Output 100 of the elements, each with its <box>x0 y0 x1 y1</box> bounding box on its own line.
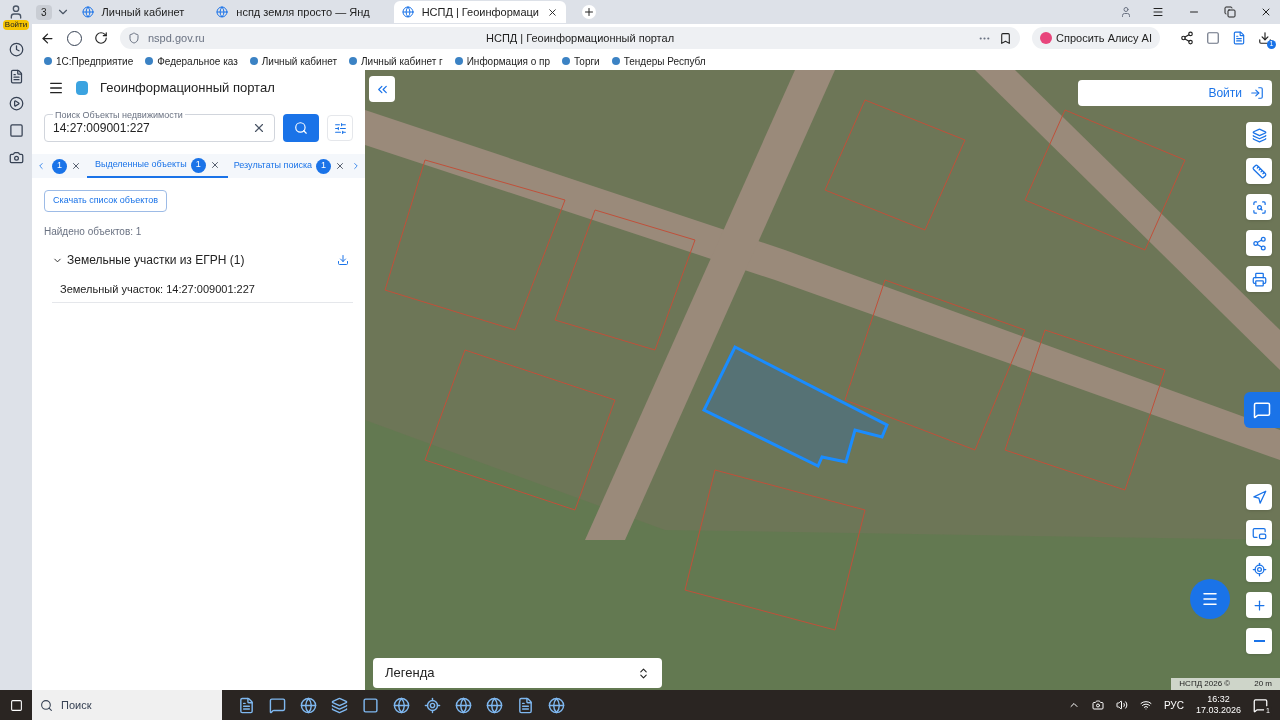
print-button[interactable] <box>1246 266 1272 292</box>
network-icon[interactable] <box>1139 699 1152 711</box>
taskbar-app-icon[interactable] <box>300 696 317 714</box>
history-icon[interactable] <box>8 42 24 57</box>
taskbar-app-icon[interactable] <box>238 696 255 714</box>
legend-dropdown[interactable]: Легенда <box>373 658 662 688</box>
address-bar[interactable]: nspd.gov.ru НСПД | Геоинформационный портал <box>120 27 1021 49</box>
close-icon[interactable] <box>70 161 81 171</box>
result-tab[interactable]: Результаты поиска 1 <box>231 154 348 178</box>
language-indicator[interactable]: РУС <box>1163 697 1184 713</box>
taskbar-app-icon[interactable] <box>548 696 565 714</box>
play-icon[interactable] <box>8 96 24 111</box>
start-icon[interactable] <box>9 698 23 712</box>
assistant-tab-button[interactable] <box>1244 392 1280 428</box>
sliders-icon <box>333 121 347 135</box>
select-area-button[interactable] <box>1246 194 1272 220</box>
bookmark-item[interactable]: Тендеры Республ <box>611 53 706 69</box>
close-window-icon[interactable] <box>1260 6 1272 18</box>
result-tab[interactable]: 1 <box>49 154 83 178</box>
bookmark-item[interactable]: Торги <box>562 53 600 69</box>
parcel-item[interactable]: Земельный участок: 14:27:009001:227 <box>52 277 353 303</box>
profile-badge: Войти <box>2 20 30 30</box>
menu-icon[interactable] <box>48 80 64 96</box>
taskbar-app-icon[interactable] <box>393 696 410 714</box>
alice-icon <box>1040 32 1053 44</box>
taskbar-app-icon[interactable] <box>455 696 472 714</box>
taskbar-app-icon[interactable] <box>362 696 379 714</box>
taskbar-app-icon[interactable] <box>269 696 286 714</box>
collapse-panel-button[interactable] <box>369 76 395 102</box>
taskbar-search-field[interactable]: Поиск <box>32 690 222 720</box>
restore-icon[interactable] <box>1224 6 1236 18</box>
menu-icon[interactable] <box>1152 6 1164 18</box>
result-tab[interactable]: Выделенные объекты 1 <box>86 154 228 178</box>
locate-button[interactable] <box>1246 556 1272 582</box>
bookmark-icon <box>454 57 463 65</box>
reload-icon[interactable] <box>94 31 108 45</box>
ruler-button[interactable] <box>1246 158 1272 184</box>
bookmark-item[interactable]: 1С:Предприятие <box>44 53 134 69</box>
tab-count[interactable]: 3 <box>36 4 52 20</box>
zoom-in-button[interactable] <box>1246 592 1272 618</box>
bookmark-icon <box>249 57 258 65</box>
site-icon <box>401 6 414 18</box>
new-tab-icon[interactable] <box>581 5 596 19</box>
picture-in-picture-button[interactable] <box>1246 520 1272 546</box>
group-title[interactable]: Земельные участки из ЕГРН (1) <box>67 251 337 269</box>
download-icon[interactable] <box>1258 31 1272 45</box>
picture-in-picture-icon <box>1251 525 1267 541</box>
share-icon <box>1251 235 1267 251</box>
share-button[interactable] <box>1246 230 1272 256</box>
camera-icon[interactable] <box>8 150 24 165</box>
count-badge: 1 <box>190 157 206 173</box>
navigation-icon <box>1251 489 1267 505</box>
taskbar-app-icon[interactable] <box>486 696 503 714</box>
alice-button[interactable]: Спросить Алису AI <box>1032 27 1160 49</box>
bookmark-item[interactable]: Федеральное каз <box>145 53 238 69</box>
browser-tab[interactable]: Личный кабинет <box>73 1 193 23</box>
layers-icon <box>1251 127 1267 143</box>
search-field-label: Поиск Объекты недвижимости <box>53 109 185 123</box>
count-badge: 1 <box>316 158 332 174</box>
search-button[interactable] <box>283 114 319 142</box>
profile-icon[interactable] <box>8 4 24 20</box>
count-badge: 1 <box>51 158 67 174</box>
back-icon[interactable] <box>40 30 55 46</box>
taskbar-app-icon[interactable] <box>424 696 441 714</box>
clock-time: 16:32 <box>1207 694 1230 705</box>
site-icon <box>81 6 94 18</box>
zoom-in-icon <box>1251 597 1267 613</box>
notes-icon[interactable] <box>8 69 24 84</box>
zoom-out-button[interactable] <box>1246 628 1272 654</box>
close-icon[interactable] <box>335 161 346 171</box>
bookmark-item[interactable]: Информация о пр <box>454 53 550 69</box>
shield-icon <box>128 32 140 44</box>
browser-tab[interactable]: НСПД | Геоинформаци <box>393 1 566 23</box>
taskbar-app-icon[interactable] <box>517 696 534 714</box>
found-count: Найдено объектов: 1 <box>44 225 143 239</box>
bookmark-item[interactable]: Личный кабинет г <box>349 53 443 69</box>
bookmark-icon <box>562 57 570 65</box>
browser-tab[interactable]: нспд земля просто — Янд <box>208 1 378 23</box>
bookmark-icon <box>145 57 154 65</box>
scroll-right-icon[interactable] <box>351 161 361 171</box>
bookmark-icon <box>611 57 620 65</box>
taskbar-app-icon[interactable] <box>331 696 348 714</box>
navigation-button[interactable] <box>1246 484 1272 510</box>
account-icon[interactable] <box>1120 6 1132 18</box>
close-icon[interactable] <box>209 160 220 170</box>
tray-camera-icon[interactable] <box>1091 699 1104 711</box>
search-placeholder: Поиск <box>61 697 92 713</box>
document-icon[interactable] <box>1232 31 1246 45</box>
login-button[interactable]: Войти <box>1078 80 1272 106</box>
map-attribution: НСПД 2026 © <box>1179 678 1231 690</box>
filter-button[interactable] <box>327 115 353 141</box>
close-tab-icon[interactable] <box>546 6 558 18</box>
bookmark-icon <box>44 57 52 65</box>
download-list-button[interactable]: Скачать список объектов <box>44 190 168 212</box>
bookmark-icon[interactable] <box>999 31 1013 45</box>
bookmark-item[interactable]: Личный кабинет <box>249 53 337 69</box>
clear-icon[interactable] <box>252 121 266 135</box>
volume-icon[interactable] <box>1115 699 1128 711</box>
layers-button[interactable] <box>1246 122 1272 148</box>
minus-icon <box>1253 640 1265 642</box>
